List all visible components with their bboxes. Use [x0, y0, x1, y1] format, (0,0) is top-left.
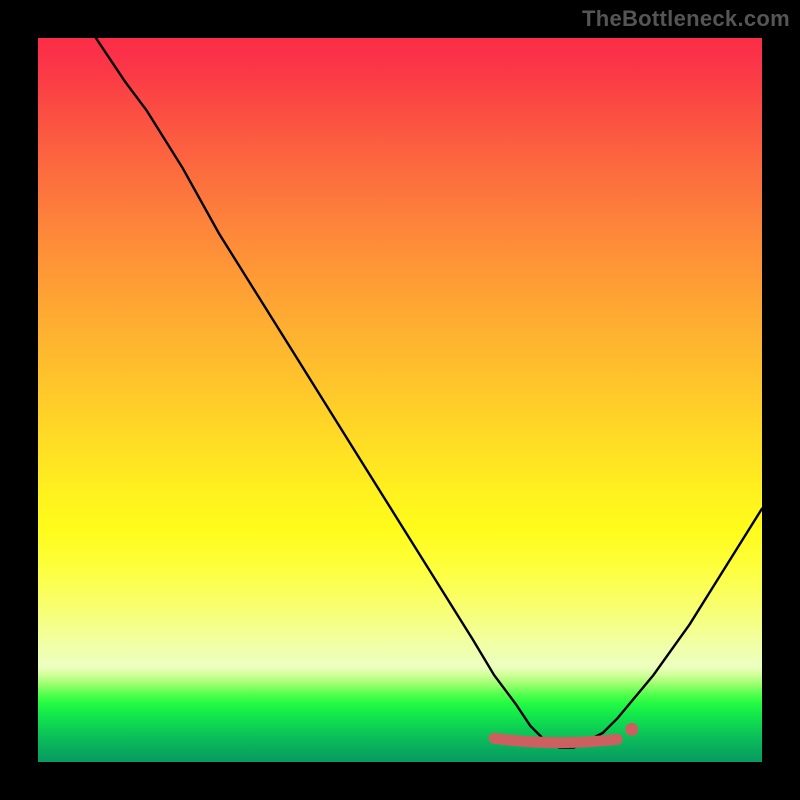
optimal-range-end-dot	[625, 723, 638, 736]
plot-area	[38, 38, 762, 762]
bottleneck-curve-svg	[38, 38, 762, 762]
watermark: TheBottleneck.com	[582, 6, 790, 32]
bottleneck-curve	[96, 38, 762, 748]
optimal-range-marker	[494, 738, 617, 742]
